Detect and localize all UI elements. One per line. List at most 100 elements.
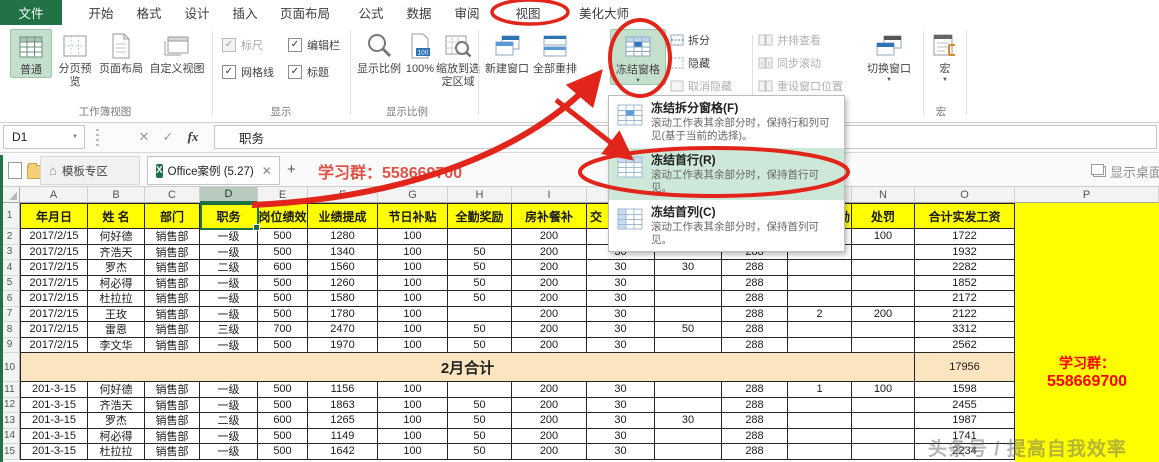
table-cell[interactable]: 200 [512, 306, 587, 322]
table-cell[interactable] [655, 337, 722, 353]
table-cell[interactable] [788, 428, 852, 444]
table-cell[interactable]: 100 [378, 260, 448, 276]
table-cell[interactable] [655, 291, 722, 307]
table-cell[interactable]: 二级 [200, 260, 258, 276]
checkbox-3[interactable]: ✓ 标题 [288, 64, 329, 80]
table-cell[interactable]: 100 [852, 382, 915, 398]
table-cell[interactable]: 2470 [308, 322, 378, 338]
page-break-preview-button[interactable]: 分页预览 [55, 29, 95, 88]
row-header[interactable]: 6 [0, 291, 20, 307]
view-side-by-side-button[interactable]: 并排查看 [758, 31, 821, 48]
checkbox-1[interactable]: ✓ 编辑栏 [288, 37, 340, 53]
table-cell[interactable] [448, 229, 512, 245]
checkbox-2[interactable]: ✓ 网格线 [222, 64, 274, 80]
table-cell[interactable]: 2122 [915, 306, 1015, 322]
table-cell[interactable]: 2172 [915, 291, 1015, 307]
row-header[interactable]: 11 [0, 382, 20, 398]
table-cell[interactable]: 100 [378, 428, 448, 444]
page-layout-button[interactable]: 页面布局 [97, 29, 145, 76]
table-cell[interactable]: 500 [258, 275, 308, 291]
table-cell[interactable]: 100 [378, 397, 448, 413]
ribbon-tab-6[interactable]: 公式 [350, 0, 392, 25]
zoom-button[interactable]: 显示比例 [356, 29, 402, 76]
table-cell[interactable] [852, 244, 915, 260]
row-header[interactable]: 4 [0, 260, 20, 276]
table-cell[interactable]: 2017/2/15 [20, 291, 88, 307]
table-cell[interactable]: 50 [448, 444, 512, 460]
table-cell[interactable]: 2455 [915, 397, 1015, 413]
show-desktop-button[interactable]: 显示桌面 [1091, 162, 1159, 181]
split-button[interactable]: 拆分 [670, 31, 710, 48]
table-cell[interactable]: 2017/2/15 [20, 322, 88, 338]
row-header[interactable]: 10 [0, 353, 20, 382]
table-cell[interactable] [852, 260, 915, 276]
table-cell[interactable]: 杜拉拉 [88, 444, 145, 460]
table-cell[interactable]: 全勤奖励 [448, 203, 512, 229]
table-cell[interactable]: 雷恩 [88, 322, 145, 338]
table-cell[interactable]: 288 [722, 428, 788, 444]
ribbon-tab-1[interactable]: 开始 [80, 0, 122, 25]
table-cell[interactable]: 何好德 [88, 229, 145, 245]
column-header-C[interactable]: C [145, 187, 200, 203]
table-cell[interactable]: 288 [722, 322, 788, 338]
table-cell[interactable]: 1280 [308, 229, 378, 245]
table-cell[interactable]: 30 [587, 322, 655, 338]
table-cell[interactable]: 1722 [915, 229, 1015, 245]
table-cell[interactable]: 罗杰 [88, 260, 145, 276]
table-cell[interactable]: 销售部 [145, 428, 200, 444]
table-cell[interactable]: 500 [258, 229, 308, 245]
column-header-E[interactable]: E [258, 187, 308, 203]
table-cell[interactable]: 2 [788, 306, 852, 322]
table-cell[interactable]: 30 [587, 413, 655, 429]
table-cell[interactable]: 50 [448, 397, 512, 413]
document-tab-1[interactable]: X Office案例 (5.27) ✕ [147, 156, 280, 185]
table-cell[interactable]: 房补餐补 [512, 203, 587, 229]
table-cell[interactable]: 200 [512, 382, 587, 398]
table-cell[interactable]: 50 [448, 291, 512, 307]
table-cell[interactable] [788, 413, 852, 429]
table-cell[interactable]: 500 [258, 397, 308, 413]
row-header[interactable]: 2 [0, 229, 20, 245]
table-cell[interactable]: 姓 名 [88, 203, 145, 229]
table-cell[interactable]: 500 [258, 428, 308, 444]
table-cell[interactable]: 杜拉拉 [88, 291, 145, 307]
column-header-D[interactable]: D [200, 187, 258, 203]
table-cell[interactable]: 销售部 [145, 337, 200, 353]
ribbon-tab-4[interactable]: 插入 [224, 0, 266, 25]
table-cell[interactable]: 100 [378, 275, 448, 291]
table-cell[interactable]: 50 [448, 244, 512, 260]
table-cell[interactable] [655, 382, 722, 398]
table-cell[interactable]: 一级 [200, 397, 258, 413]
switch-windows-button[interactable]: 切换窗口 ▼ [862, 29, 916, 83]
table-cell[interactable]: 1863 [308, 397, 378, 413]
table-cell[interactable]: 100 [378, 291, 448, 307]
table-cell[interactable] [788, 444, 852, 460]
table-cell[interactable]: 50 [448, 337, 512, 353]
table-cell[interactable]: 200 [512, 322, 587, 338]
ribbon-tab-10[interactable]: 美化大师 [566, 0, 642, 25]
table-cell[interactable] [655, 306, 722, 322]
table-cell[interactable]: 30 [587, 291, 655, 307]
table-cell[interactable] [852, 444, 915, 460]
document-tab-0[interactable]: ⌂ 模板专区 [40, 156, 140, 185]
table-cell[interactable]: 李文华 [88, 337, 145, 353]
arrange-all-button[interactable]: 全部重排 [532, 29, 578, 76]
table-cell[interactable] [852, 322, 915, 338]
table-cell[interactable]: 30 [655, 413, 722, 429]
ribbon-tab-3[interactable]: 设计 [176, 0, 218, 25]
table-cell[interactable]: 50 [448, 413, 512, 429]
table-cell[interactable]: 1260 [308, 275, 378, 291]
table-cell[interactable]: 2017/2/15 [20, 229, 88, 245]
table-cell[interactable]: 何好德 [88, 382, 145, 398]
select-all-corner[interactable] [0, 187, 20, 203]
column-header-P[interactable]: P [1015, 187, 1159, 203]
table-cell[interactable]: 288 [722, 413, 788, 429]
table-cell[interactable]: 500 [258, 444, 308, 460]
table-cell[interactable] [788, 337, 852, 353]
table-cell[interactable] [655, 397, 722, 413]
table-cell[interactable]: 600 [258, 413, 308, 429]
row-header[interactable]: 8 [0, 322, 20, 338]
table-cell[interactable]: 500 [258, 244, 308, 260]
table-cell[interactable]: 288 [722, 306, 788, 322]
table-cell[interactable]: 一级 [200, 229, 258, 245]
